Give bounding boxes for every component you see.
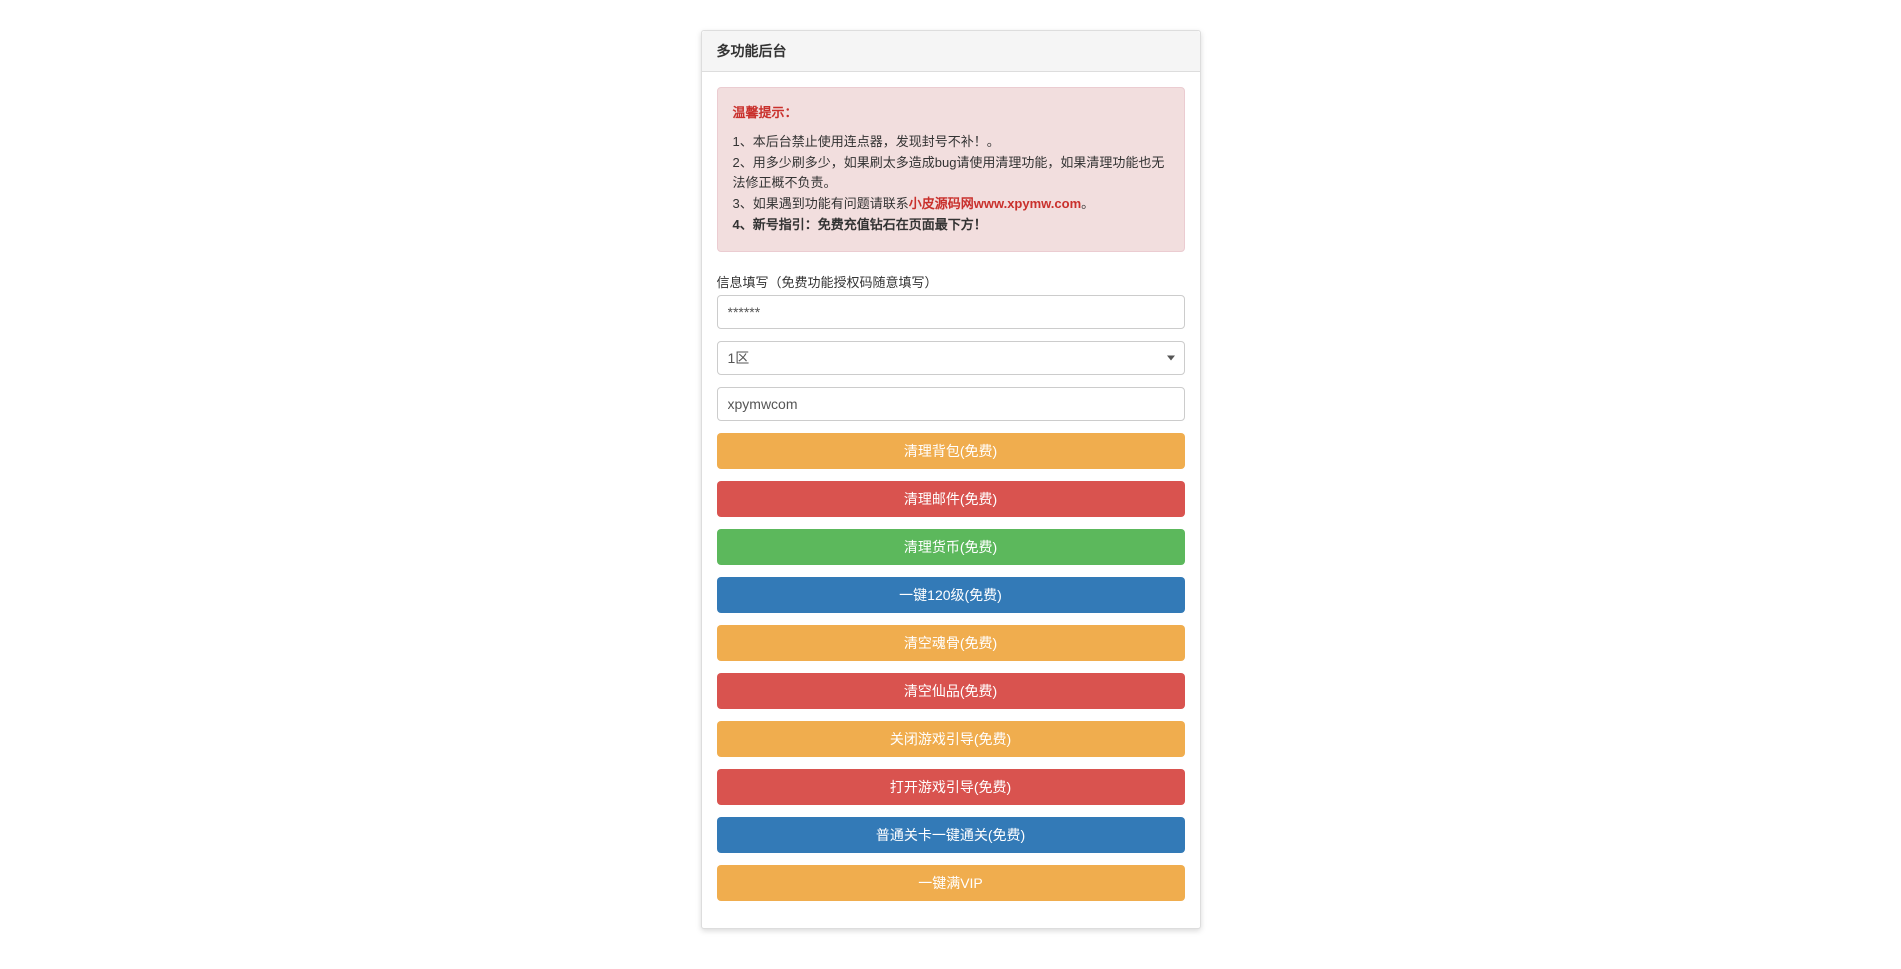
username-input[interactable] — [717, 387, 1185, 421]
normal-pass-button[interactable]: 普通关卡一键通关(免费) — [717, 817, 1185, 853]
panel-body: 温馨提示： 1、本后台禁止使用连点器，发现封号不补！。 2、用多少刷多少，如果刷… — [702, 72, 1200, 928]
alert-title: 温馨提示： — [733, 103, 1169, 124]
clear-currency-button[interactable]: 清理货币(免费) — [717, 529, 1185, 565]
contact-link[interactable]: 小皮源码网www.xpymw.com — [909, 196, 1081, 211]
panel-title: 多功能后台 — [702, 31, 1200, 72]
clear-soulbone-button[interactable]: 清空魂骨(免费) — [717, 625, 1185, 661]
open-guide-button[interactable]: 打开游戏引导(免费) — [717, 769, 1185, 805]
alert-line-2: 2、用多少刷多少，如果刷太多造成bug请使用清理功能，如果清理功能也无法修正概不… — [733, 153, 1169, 195]
full-vip-button[interactable]: 一键满VIP — [717, 865, 1185, 901]
warning-alert: 温馨提示： 1、本后台禁止使用连点器，发现封号不补！。 2、用多少刷多少，如果刷… — [717, 87, 1185, 252]
zone-select-display[interactable] — [717, 341, 1185, 375]
close-guide-button[interactable]: 关闭游戏引导(免费) — [717, 721, 1185, 757]
level-120-button[interactable]: 一键120级(免费) — [717, 577, 1185, 613]
alert-line-4: 4、新号指引：免费充值钻石在页面最下方！ — [733, 215, 1169, 236]
authcode-input[interactable] — [717, 295, 1185, 329]
clear-xianpin-button[interactable]: 清空仙品(免费) — [717, 673, 1185, 709]
alert-line-3: 3、如果遇到功能有问题请联系小皮源码网www.xpymw.com。 — [733, 194, 1169, 215]
clear-bag-button[interactable]: 清理背包(免费) — [717, 433, 1185, 469]
main-panel: 多功能后台 温馨提示： 1、本后台禁止使用连点器，发现封号不补！。 2、用多少刷… — [701, 30, 1201, 929]
clear-mail-button[interactable]: 清理邮件(免费) — [717, 481, 1185, 517]
zone-select[interactable] — [717, 341, 1185, 375]
form-label: 信息填写（免费功能授权码随意填写） — [717, 272, 1185, 291]
alert-line-1: 1、本后台禁止使用连点器，发现封号不补！。 — [733, 132, 1169, 153]
